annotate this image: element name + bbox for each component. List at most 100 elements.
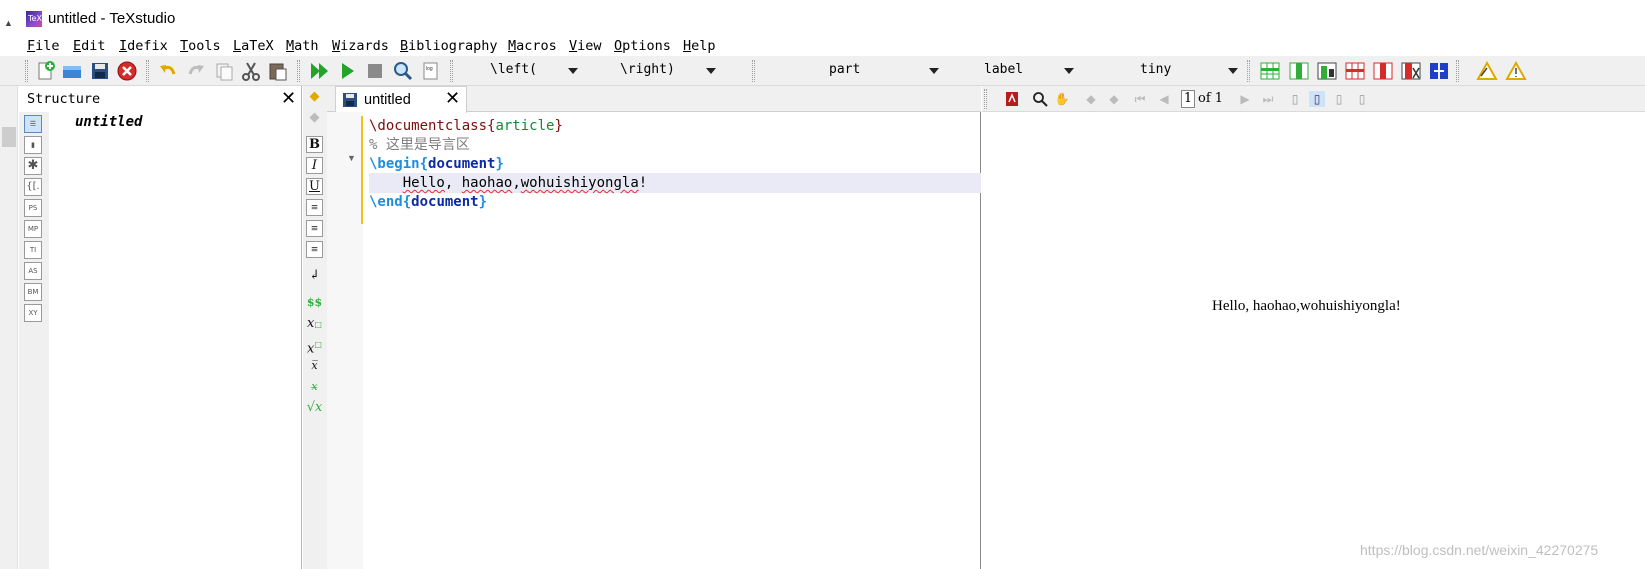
nav-forward-icon[interactable]: ◆ [306,110,323,127]
menu-tools[interactable]: Tools [180,38,221,54]
pdf-embed-icon[interactable] [1004,91,1020,107]
sqrt-icon[interactable]: √x [306,400,323,417]
error-icon[interactable] [1505,60,1527,82]
latex-environment: document [428,156,496,172]
menu-wizards[interactable]: Wizards [332,38,389,54]
single-page-icon[interactable]: ▯ [1287,91,1303,107]
mp-icon[interactable]: MP [24,220,42,238]
table-add-row-icon[interactable] [1259,60,1281,82]
symbols-icon[interactable]: ✱ [24,157,42,175]
fit-width-icon[interactable]: ▯ [1354,91,1370,107]
open-file-icon[interactable] [61,60,83,82]
hand-tool-icon[interactable]: ✋ [1054,91,1070,107]
spell-error-word: Hello [402,175,445,191]
code-editor[interactable]: \documentclass{article} % 这里是导言区 \begin{… [369,112,981,569]
view-log-icon[interactable]: log [420,60,442,82]
menu-idefix[interactable]: Idefix [119,38,168,54]
close-document-icon[interactable] [116,60,138,82]
align-center-icon[interactable]: ≡ [306,220,323,237]
last-page-icon[interactable]: ⏭ [1260,91,1276,107]
menu-help[interactable]: Help [683,38,716,54]
table-remove-row-icon[interactable] [1344,60,1366,82]
paste-icon[interactable] [267,60,289,82]
bm-icon[interactable]: BM [24,283,42,301]
nav-back-icon[interactable]: ◆ [306,89,323,106]
subscript-icon[interactable]: x□ [306,316,323,333]
pdf-toolbar: ✋ ◆ ◆ ⏮ ◀ 1 of 1 ▶ ⏭ ▯ ▯ ▯ ▯ [982,86,1645,112]
redo-icon[interactable] [185,60,207,82]
menu-latex[interactable]: LaTeX [233,38,274,54]
text: , [444,175,462,191]
menu-file[interactable]: File [27,38,60,54]
stop-icon[interactable] [364,60,386,82]
scroll-up-icon[interactable]: ▲ [4,18,13,28]
compile-icon[interactable] [337,60,359,82]
menu-view[interactable]: View [569,38,602,54]
warning-icon[interactable] [1476,60,1498,82]
menu-macros[interactable]: Macros [508,38,557,54]
fraction-icon[interactable]: x̅ [306,358,323,375]
dfrac-icon[interactable]: x̶ [306,379,323,396]
math-mode-icon[interactable]: $$ [306,295,323,312]
bold-icon[interactable]: B [306,136,323,153]
toolbar-separator [752,60,755,82]
align-left-icon[interactable]: ≡ [306,199,323,216]
table-swap-icon[interactable] [1428,60,1450,82]
right-delimiter-select[interactable]: \right) [596,59,720,83]
new-line-icon[interactable]: ↲ [306,268,323,285]
menu-math[interactable]: Math [286,38,319,54]
menu-bibliography[interactable]: Bibliography [400,38,498,54]
table-add-column-icon[interactable] [1288,60,1310,82]
chevron-down-icon [929,68,939,74]
page-number-input[interactable]: 1 [1181,90,1195,108]
superscript-icon[interactable]: x□ [306,337,323,356]
prev-page-icon[interactable]: ◀ [1156,91,1172,107]
build-and-view-icon[interactable] [309,60,331,82]
xy-icon[interactable]: XY [24,304,42,322]
first-page-icon[interactable]: ⏮ [1132,91,1148,107]
undo-icon[interactable] [157,60,179,82]
formatting-palette: ◆ ◆ B I U ≡ ≡ ≡ ↲ $$ x□ x□ x̅ x̶ √x [303,86,327,569]
left-delimiter-select[interactable]: \left( [462,59,582,83]
close-icon[interactable]: ✕ [445,88,460,109]
search-icon[interactable] [1032,91,1048,107]
new-file-icon[interactable] [35,60,57,82]
math-icon[interactable]: {[. [24,178,42,196]
copy-icon[interactable] [213,60,235,82]
close-icon[interactable]: ✕ [281,88,296,109]
structure-view-icon[interactable]: ☰ [24,115,42,133]
text: , [512,175,521,191]
menu-options[interactable]: Options [614,38,671,54]
scrollbar-thumb[interactable] [2,127,16,147]
left-scrollbar[interactable] [0,86,18,569]
italic-icon[interactable]: I [306,157,323,174]
underline-icon[interactable]: U [306,178,323,195]
ps-icon[interactable]: PS [24,199,42,217]
title-bar: TeX untitled - TeXstudio [0,0,1645,36]
next-page-icon[interactable]: ▶ [1237,91,1253,107]
sectioning-select[interactable]: part [764,59,944,83]
as-icon[interactable]: AS [24,262,42,280]
ti-icon[interactable]: TI [24,241,42,259]
save-icon[interactable] [89,60,111,82]
forward-icon[interactable]: ◆ [1106,91,1122,107]
cut-icon[interactable] [240,60,262,82]
view-pdf-icon[interactable] [392,60,414,82]
table-cut-column-icon[interactable] [1400,60,1422,82]
facing-pages-icon[interactable]: ▯ [1331,91,1347,107]
fold-icon[interactable]: ▼ [347,153,356,163]
bookmarks-icon[interactable]: ▮ [24,136,42,154]
back-icon[interactable]: ◆ [1083,91,1099,107]
table-remove-column-icon[interactable] [1372,60,1394,82]
tab-untitled[interactable]: untitled ✕ [335,86,467,113]
main-toolbar: log \left( \right) part label tiny [0,56,1645,86]
align-right-icon[interactable]: ≡ [306,241,323,258]
table-align-icon[interactable] [1316,60,1338,82]
editor-gutter [327,112,363,569]
reference-select[interactable]: label [948,59,1078,83]
structure-tree-root[interactable]: untitled [75,114,142,130]
continuous-page-icon[interactable]: ▯ [1309,91,1325,107]
toolbar-separator [450,60,453,82]
size-select[interactable]: tiny [1082,59,1242,83]
menu-edit[interactable]: Edit [73,38,106,54]
